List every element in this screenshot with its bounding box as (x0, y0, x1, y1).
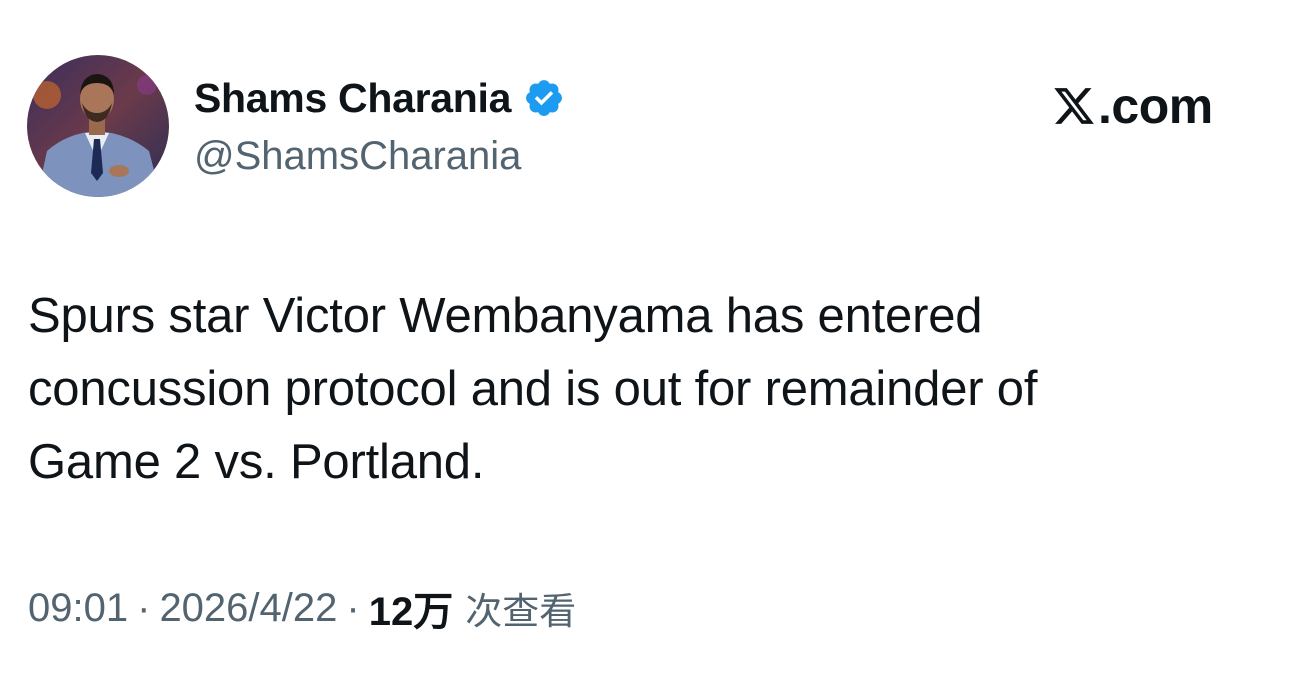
author-name-row: Shams Charania (194, 72, 565, 124)
tweet-text-line: Spurs star Victor Wembanyama has entered (28, 289, 983, 343)
x-logo-icon (1052, 84, 1096, 128)
meta-separator: · (137, 585, 151, 630)
meta-separator: · (346, 585, 360, 630)
author-display-name[interactable]: Shams Charania (194, 75, 511, 122)
tweet-text-line: concussion protocol and is out for remai… (28, 362, 1038, 416)
tweet-text: Spurs star Victor Wembanyama has entered… (28, 280, 1228, 499)
brand-xcom[interactable]: .com (1052, 78, 1213, 134)
views-count: 12万 (368, 590, 454, 634)
verified-badge-icon (523, 77, 565, 119)
author-avatar[interactable] (27, 55, 169, 197)
brand-domain-text: .com (1098, 78, 1213, 134)
tweet-text-line: Game 2 vs. Portland. (28, 435, 485, 489)
tweet-date[interactable]: 2026/4/22 (159, 586, 337, 631)
views-label: 次查看 (465, 590, 577, 633)
tweet-time[interactable]: 09:01 (28, 586, 128, 631)
author-handle[interactable]: @ShamsCharania (194, 134, 521, 179)
avatar-photo (27, 55, 169, 197)
tweet-meta: 09:01 · 2026/4/22 · 12万 次查看 (28, 580, 576, 636)
tweet-card: Shams Charania @ShamsCharania .com Spurs… (0, 0, 1290, 677)
